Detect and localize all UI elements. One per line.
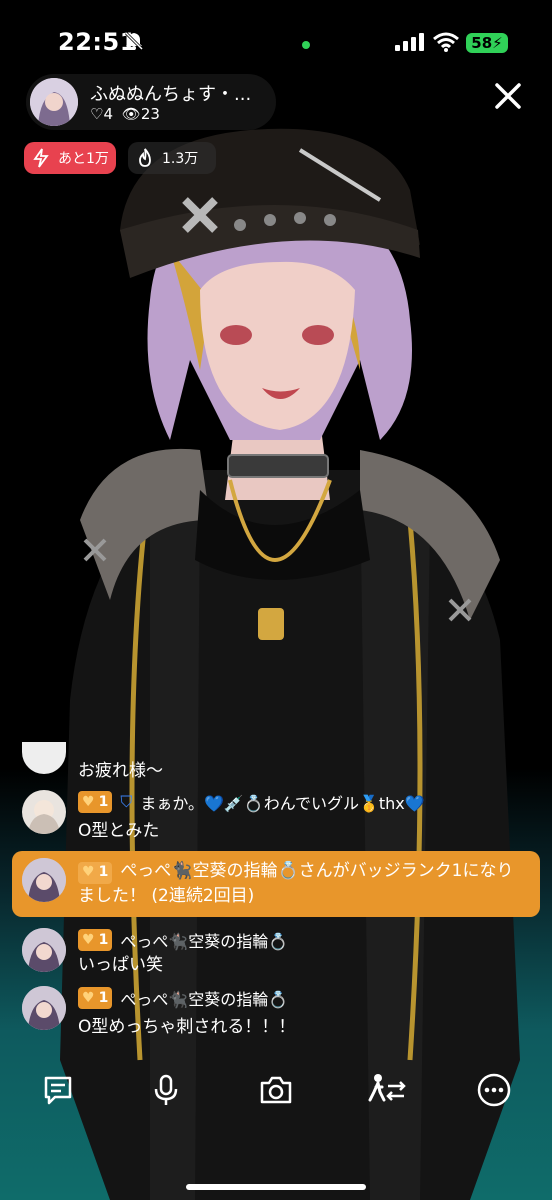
comment-text: お疲れ様～ bbox=[78, 761, 163, 781]
charging-icon: ⚡ bbox=[492, 34, 503, 52]
collab-button[interactable] bbox=[364, 1068, 412, 1112]
camera-icon bbox=[260, 1076, 292, 1104]
comment-username[interactable]: ぺっぺ🐈‍⬛空葵の指輪💍 bbox=[120, 986, 288, 1010]
comment-avatar[interactable] bbox=[22, 858, 66, 902]
streamer-stats: ♡4 👁23 bbox=[90, 105, 160, 123]
streamer-name: ふぬぬんちょす・... bbox=[90, 84, 252, 105]
heart-badge-icon: ♥ bbox=[82, 990, 95, 1006]
privacy-indicator bbox=[302, 41, 310, 49]
rank-badge: ♥ 1 bbox=[78, 861, 113, 884]
goal-text: あと1万 bbox=[58, 151, 109, 167]
flame-icon bbox=[139, 148, 151, 167]
bell-slash-icon bbox=[124, 31, 144, 51]
close-icon[interactable] bbox=[490, 78, 526, 114]
eye-icon: 👁 bbox=[121, 105, 141, 123]
comment-username[interactable]: まぁか。💙💉💍わんでいグル🥇thx💙 bbox=[140, 790, 424, 814]
more-button[interactable] bbox=[472, 1068, 516, 1112]
heart-badge-icon: ♥ bbox=[82, 794, 95, 810]
rank-badge: ♥ 1 bbox=[78, 987, 113, 1009]
comment-header: ♥ 1 ぺっぺ🐈‍⬛空葵の指輪💍 bbox=[78, 928, 288, 952]
comment-text: いっぱい笑 bbox=[78, 955, 163, 975]
battery-indicator: 58 ⚡ bbox=[466, 33, 508, 53]
like-count: ♡4 bbox=[90, 105, 113, 123]
comment-header: ♥ 1 ぺっぺ🐈‍⬛空葵の指輪💍 bbox=[78, 986, 288, 1010]
more-icon bbox=[477, 1073, 511, 1107]
streamer-info-card[interactable]: ふぬぬんちょす・... ♡4 👁23 bbox=[26, 74, 276, 130]
home-indicator bbox=[186, 1184, 366, 1190]
heart-badge-icon: ♥ bbox=[82, 864, 95, 880]
comment-avatar[interactable] bbox=[22, 790, 66, 834]
points-pill[interactable]: 1.3万 bbox=[128, 142, 216, 174]
collab-icon bbox=[368, 1074, 406, 1102]
heart-badge-icon: ♥ bbox=[82, 932, 95, 948]
camera-button[interactable] bbox=[254, 1068, 298, 1112]
battery-level: 58 bbox=[471, 34, 493, 52]
comment-avatar[interactable] bbox=[22, 986, 66, 1030]
streamer-avatar[interactable] bbox=[30, 78, 78, 126]
badge-rank-notification: ♥ 1 ぺっぺ🐈‍⬛空葵の指輪💍さんがバッジランク1になりました！ (2連続2回目) bbox=[12, 851, 540, 917]
notification-text: ♥ 1 ぺっぺ🐈‍⬛空葵の指輪💍さんがバッジランク1になりました！ (2連続2回目) bbox=[78, 861, 514, 906]
bottom-toolbar bbox=[0, 1068, 552, 1116]
status-bar: 22:51 58 ⚡ bbox=[0, 0, 552, 80]
goal-pill[interactable]: あと1万 bbox=[24, 142, 116, 174]
microphone-icon bbox=[154, 1074, 178, 1105]
comment-avatar[interactable] bbox=[22, 928, 66, 972]
comment-icon bbox=[44, 1076, 72, 1105]
wifi-icon bbox=[433, 32, 459, 52]
comment-text: O型とみた bbox=[78, 821, 160, 841]
microphone-button[interactable] bbox=[144, 1068, 188, 1112]
rank-badge: ♥ 1 bbox=[78, 791, 113, 813]
points-text: 1.3万 bbox=[162, 151, 199, 167]
viewer-count: 23 bbox=[140, 105, 160, 123]
comment-text: O型めっちゃ刺される！！！ bbox=[78, 1017, 296, 1037]
comment-header: ♥ 1 ⛉ まぁか。💙💉💍わんでいグル🥇thx💙 bbox=[78, 790, 425, 814]
comment-username[interactable]: ぺっぺ🐈‍⬛空葵の指輪💍 bbox=[120, 928, 288, 952]
shield-icon: ⛉ bbox=[120, 792, 133, 811]
comment-button[interactable] bbox=[36, 1068, 80, 1112]
cellular-signal-icon bbox=[395, 33, 424, 51]
rank-badge: ♥ 1 bbox=[78, 929, 113, 951]
lightning-icon bbox=[33, 148, 49, 168]
